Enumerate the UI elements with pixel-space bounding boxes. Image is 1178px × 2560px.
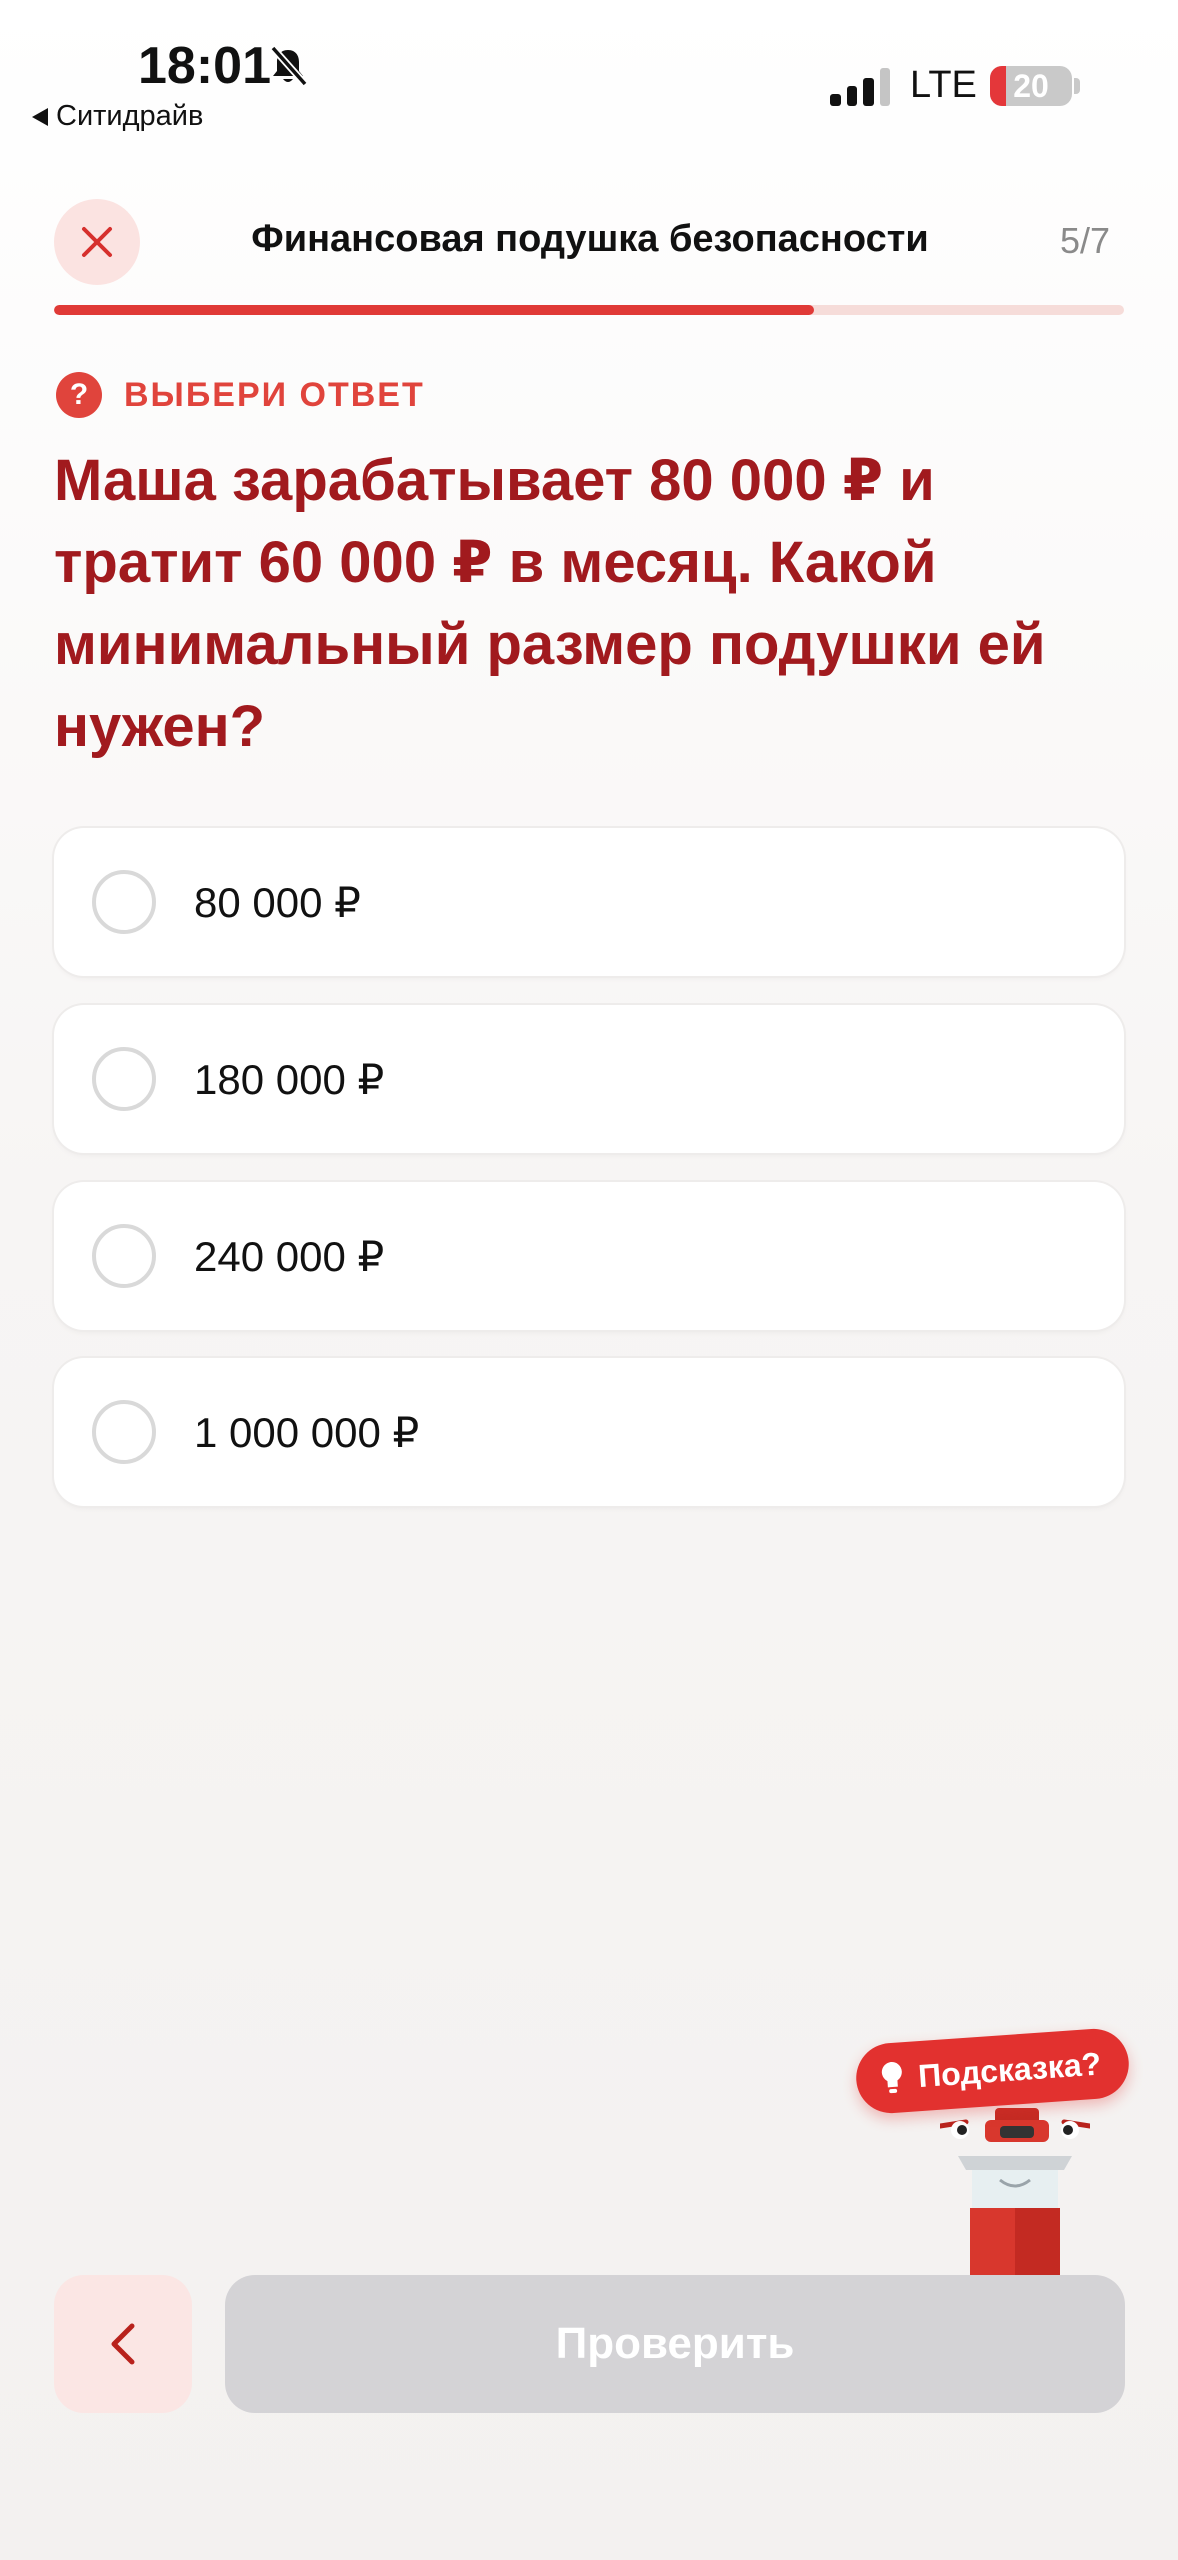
step-counter: 5/7 [1060, 220, 1111, 261]
answer-option-label: 80 000 ₽ [194, 878, 361, 926]
hint-button-label: Подсказка? [916, 2044, 1103, 2094]
radio-button[interactable] [92, 1047, 156, 1111]
answer-option-label: 1 000 000 ₽ [194, 1408, 420, 1456]
answer-option[interactable]: 240 000 ₽ [54, 1182, 1124, 1330]
battery-level: 20 [1013, 68, 1049, 104]
answer-option[interactable]: 80 000 ₽ [54, 828, 1124, 976]
question-type-label: ВЫБЕРИ ОТВЕТ [124, 375, 425, 414]
back-button[interactable] [54, 2275, 192, 2413]
radio-button[interactable] [92, 1400, 156, 1464]
lighthouse-mascot-icon [940, 2108, 1090, 2280]
bell-muted-icon [270, 45, 308, 87]
radio-button[interactable] [92, 870, 156, 934]
check-answer-button[interactable]: Проверить [225, 2275, 1125, 2413]
page-title: Финансовая подушка безопасности [251, 218, 929, 260]
answer-option-label: 180 000 ₽ [194, 1055, 385, 1103]
status-time: 18:01 [138, 37, 271, 95]
question-type: ? ВЫБЕРИ ОТВЕТ [56, 372, 425, 418]
progress-bar [54, 305, 814, 315]
back-triangle-icon [32, 107, 48, 126]
answer-option[interactable]: 180 000 ₽ [54, 1005, 1124, 1153]
question-mark-icon: ? [56, 372, 102, 418]
close-icon [82, 227, 112, 257]
question-text: Маша зарабатывает 80 000 ₽ и тратит 60 0… [54, 448, 1046, 759]
lightbulb-icon [881, 2062, 902, 2094]
close-button[interactable] [54, 199, 140, 285]
back-to-app-link[interactable]: Ситидрайв [32, 100, 203, 133]
answer-option[interactable]: 1 000 000 ₽ [54, 1358, 1124, 1506]
battery-icon: 20 [990, 66, 1072, 106]
chevron-left-icon [111, 2323, 135, 2365]
answer-option-label: 240 000 ₽ [194, 1232, 385, 1280]
battery-cap [1074, 78, 1080, 94]
network-type: LTE [910, 64, 977, 106]
back-app-label: Ситидрайв [56, 100, 204, 132]
progress-track [54, 305, 1124, 315]
cellular-signal-icon [830, 64, 890, 106]
radio-button[interactable] [92, 1224, 156, 1288]
